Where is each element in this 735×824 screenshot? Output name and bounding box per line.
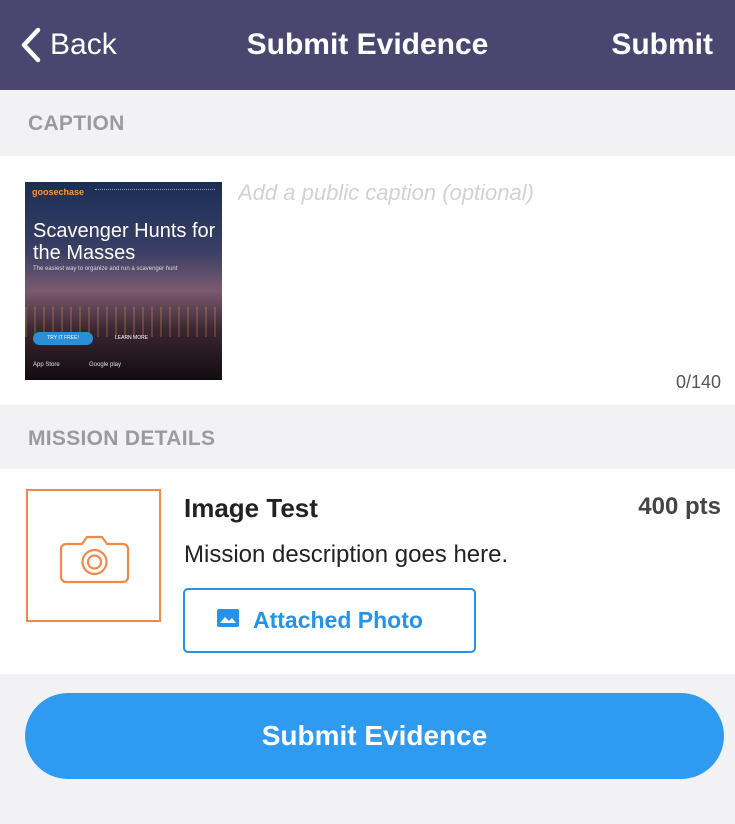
submit-evidence-button[interactable]: Submit Evidence: [25, 693, 724, 779]
caption-card: goosechase Scavenger Hunts for the Masse…: [0, 156, 735, 405]
caption-section-header: CAPTION: [0, 90, 735, 156]
thumbnail-store-badge-1: App Store: [33, 362, 60, 368]
mission-icon-box: [26, 489, 161, 622]
mission-header-label: MISSION DETAILS: [28, 427, 216, 450]
navigation-bar: Back Submit Evidence Submit: [0, 0, 735, 90]
mission-points: 400 pts: [638, 493, 721, 520]
attached-photo-label: Attached Photo: [253, 607, 423, 633]
thumbnail-cta-primary: TRY IT FREE!: [33, 332, 93, 345]
mission-section-header: MISSION DETAILS: [0, 405, 735, 469]
caption-header-label: CAPTION: [28, 112, 125, 135]
thumbnail-subline: The easiest way to organize and run a sc…: [33, 266, 178, 272]
thumbnail-brand: goosechase: [32, 187, 85, 197]
thumbnail-cta-secondary: LEARN MORE: [115, 335, 149, 341]
thumbnail-store-badge-2: Google play: [89, 362, 122, 368]
attached-photo-button[interactable]: Attached Photo: [183, 588, 476, 653]
submit-nav-button[interactable]: Submit: [611, 28, 713, 62]
image-icon: [185, 609, 239, 632]
caption-char-count: 0/140: [675, 372, 721, 392]
evidence-thumbnail[interactable]: goosechase Scavenger Hunts for the Masse…: [25, 182, 222, 380]
caption-input[interactable]: [238, 180, 708, 370]
thumbnail-nav-line: [95, 189, 215, 192]
mission-description: Mission description goes here.: [184, 541, 509, 568]
thumbnail-headline: Scavenger Hunts for the Masses: [33, 220, 216, 264]
mission-card: Image Test 400 pts Mission description g…: [0, 469, 735, 674]
mission-title: Image Test: [184, 493, 318, 523]
